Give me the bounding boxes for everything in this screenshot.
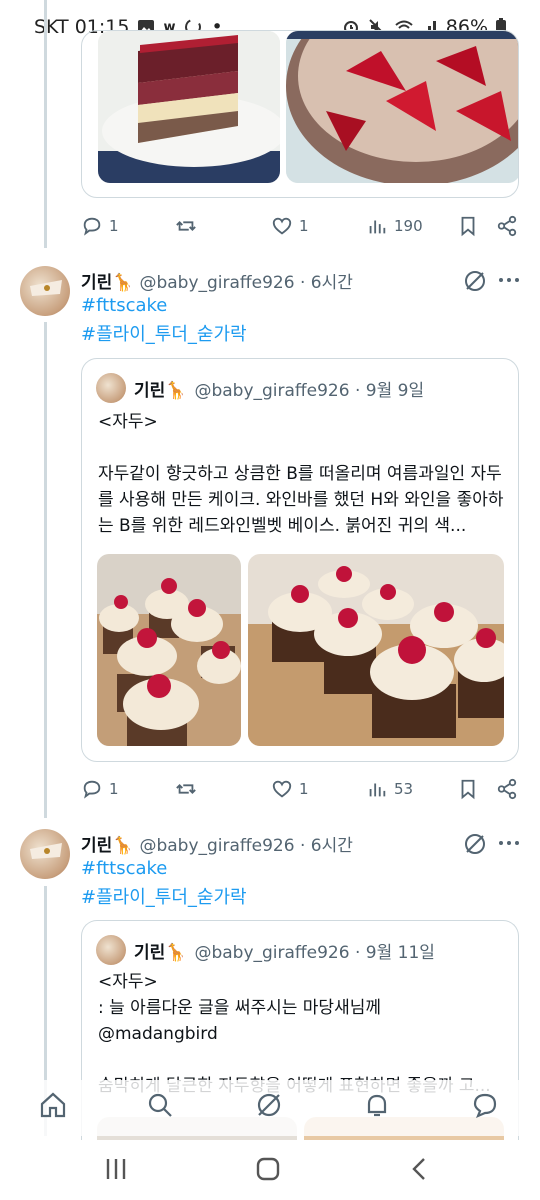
home-icon: [40, 1092, 66, 1118]
quote-author-name: 기린🦒: [134, 942, 187, 963]
quote-header: 기린🦒 @baby_giraffe926 · 9월 9일: [96, 373, 424, 403]
bookmark-button[interactable]: [457, 215, 479, 237]
avatar-image: [30, 280, 62, 296]
quote-avatar: [96, 373, 126, 403]
hashtag-link[interactable]: #fttscake: [81, 858, 167, 879]
views-icon: [369, 783, 386, 797]
tweet-actions: 1 1 53: [81, 774, 521, 804]
nav-notifications[interactable]: [362, 1090, 396, 1124]
like-count: 1: [299, 217, 309, 235]
heart-icon: [272, 217, 292, 235]
like-button[interactable]: 1: [271, 215, 309, 237]
like-count: 1: [299, 780, 309, 798]
reply-icon: [83, 217, 101, 236]
author-handle[interactable]: @baby_giraffe926 · 6시간: [139, 831, 352, 856]
bookmark-button[interactable]: [457, 778, 479, 800]
bookmark-icon: [461, 216, 475, 237]
views-icon: [369, 220, 386, 234]
tweet-actions: 1 1 190: [81, 211, 521, 241]
avatar[interactable]: [20, 266, 70, 316]
home-button-icon[interactable]: [254, 1154, 282, 1184]
thread-line: [44, 0, 47, 248]
author-name[interactable]: 기린🦒: [81, 268, 133, 293]
avatar[interactable]: [20, 829, 70, 879]
grok-icon[interactable]: [462, 831, 488, 857]
more-icon[interactable]: [497, 268, 521, 292]
views-count: 190: [394, 217, 423, 235]
hashtag-link[interactable]: #플라이_투더_숟가락: [81, 320, 247, 346]
tweet-header: 기린🦒 @baby_giraffe926 · 6시간: [81, 831, 353, 856]
cupcakes-photo-2[interactable]: [248, 554, 504, 746]
recent-apps-icon[interactable]: [104, 1154, 128, 1184]
bell-icon: [367, 1094, 387, 1117]
search-icon: [148, 1093, 172, 1117]
author-handle[interactable]: @baby_giraffe926 · 6시간: [139, 268, 352, 293]
reply-icon: [83, 780, 101, 799]
retweet-button[interactable]: [175, 215, 197, 237]
quoted-tweet[interactable]: 기린🦒 @baby_giraffe926 · 9월 9일 <자두> 자두같이 향…: [81, 358, 519, 762]
bottom-nav: [0, 1080, 540, 1136]
nav-home[interactable]: [38, 1090, 72, 1124]
retweet-icon: [176, 784, 196, 794]
quote-author-handle: @baby_giraffe926 · 9월 11일: [194, 942, 435, 963]
reply-count: 1: [109, 217, 119, 235]
plum-tart-photo[interactable]: [286, 31, 518, 183]
share-icon: [497, 778, 517, 800]
hashtag-link[interactable]: #플라이_투더_숟가락: [81, 883, 247, 909]
plum-tart-image: [286, 31, 518, 183]
cupcakes-photo-1[interactable]: [97, 554, 241, 746]
avatar-image: [30, 843, 62, 859]
quote-avatar: [96, 935, 126, 965]
tweet-header: 기린🦒 @baby_giraffe926 · 6시간: [81, 268, 353, 293]
quote-author-name: 기린🦒: [134, 380, 187, 401]
like-button[interactable]: 1: [271, 778, 309, 800]
bookmark-icon: [461, 779, 475, 800]
views-button[interactable]: 53: [366, 778, 413, 800]
cake-slice-photo[interactable]: [98, 31, 280, 183]
thread-line: [44, 322, 47, 818]
back-icon[interactable]: [408, 1154, 432, 1184]
share-icon: [497, 215, 517, 237]
tweet-media-card[interactable]: [81, 30, 519, 198]
cupcakes-image: [97, 554, 241, 746]
cake-slice-image: [98, 31, 280, 183]
heart-icon: [272, 780, 292, 798]
chat-icon: [473, 1093, 497, 1119]
hashtag-link[interactable]: #fttscake: [81, 295, 167, 316]
more-icon[interactable]: [497, 831, 521, 855]
system-nav-bar: [0, 1140, 540, 1200]
nav-messages[interactable]: [470, 1090, 504, 1124]
share-button[interactable]: [496, 215, 518, 237]
nav-grok[interactable]: [254, 1090, 288, 1124]
retweet-button[interactable]: [175, 778, 197, 800]
nav-search[interactable]: [145, 1090, 179, 1124]
share-button[interactable]: [496, 778, 518, 800]
views-count: 53: [394, 780, 414, 798]
quote-text: <자두> 자두같이 향긋하고 상큼한 B를 떠올리며 여름과일인 자두를 사용해…: [98, 412, 504, 536]
author-name[interactable]: 기린🦒: [81, 831, 133, 856]
retweet-icon: [176, 221, 196, 231]
grok-icon: [257, 1093, 281, 1117]
cupcakes-image: [248, 554, 504, 746]
reply-button[interactable]: 1: [81, 215, 119, 237]
quote-header: 기린🦒 @baby_giraffe926 · 9월 11일: [96, 935, 435, 965]
reply-button[interactable]: 1: [81, 778, 119, 800]
reply-count: 1: [109, 780, 119, 798]
views-button[interactable]: 190: [366, 215, 423, 237]
grok-icon[interactable]: [462, 268, 488, 294]
quote-author-handle: @baby_giraffe926 · 9월 9일: [194, 380, 425, 401]
